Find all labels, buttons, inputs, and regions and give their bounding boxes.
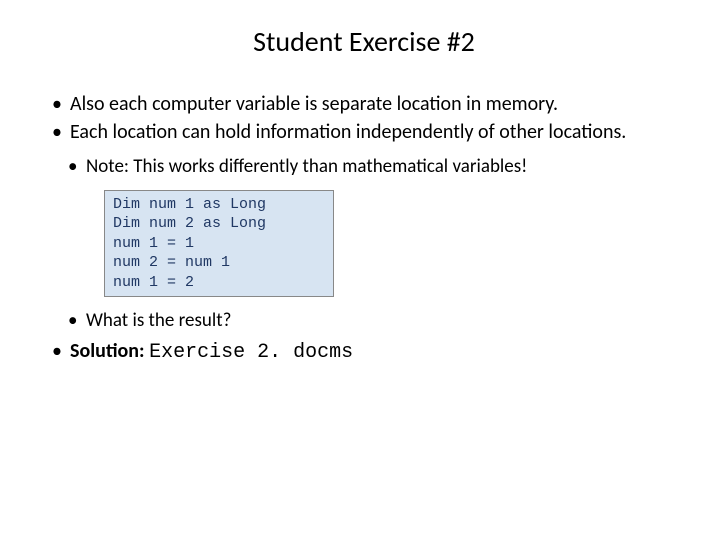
bullet-list: Also each computer variable is separate … — [52, 91, 680, 145]
slide: Student Exercise #2 Also each computer v… — [0, 0, 720, 392]
sub-bullet-list: Note: This works differently than mathem… — [68, 155, 680, 180]
bullet-item-question: What is the result? — [68, 309, 680, 334]
bullet-item: Also each computer variable is separate … — [52, 91, 680, 117]
bullet-item-note: Note: This works differently than mathem… — [68, 155, 680, 180]
solution-list: Solution: Exercise 2. docms — [52, 338, 680, 366]
code-block: Dim num 1 as Long Dim num 2 as Long num … — [104, 190, 334, 298]
slide-title: Student Exercise #2 — [48, 24, 680, 59]
sub-bullet-list-2: What is the result? — [68, 309, 680, 334]
bullet-item-solution: Solution: Exercise 2. docms — [52, 338, 680, 366]
solution-label: Solution: — [70, 339, 149, 363]
solution-filename: Exercise 2. docms — [149, 341, 353, 364]
bullet-item: Each location can hold information indep… — [52, 119, 680, 145]
